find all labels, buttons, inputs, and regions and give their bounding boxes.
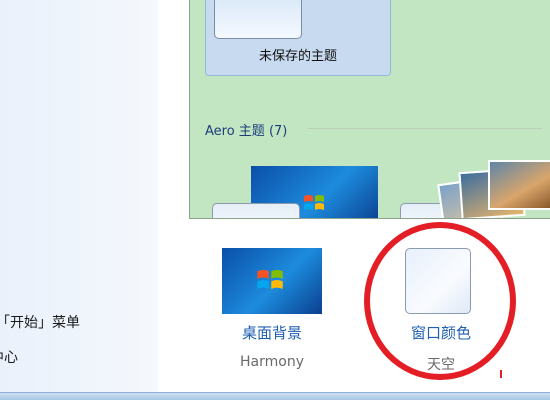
start-menu-link[interactable]: 「开始」菜单	[0, 312, 80, 332]
windows-logo-icon	[257, 269, 283, 289]
window-bottom-border	[0, 392, 550, 400]
section-divider	[308, 128, 542, 129]
desktop-background-value: Harmony	[240, 354, 304, 370]
photo-thumbnail	[488, 160, 550, 210]
unsaved-theme-tile[interactable]: 未保存的主题	[205, 0, 391, 76]
theme-gallery: 未保存的主题 Aero 主题 (7)	[189, 0, 550, 219]
theme-window-preview	[212, 203, 300, 218]
red-annotation-mark	[500, 370, 502, 378]
photo-stack-theme-thumbnail[interactable]	[430, 160, 550, 218]
center-link[interactable]: 中心	[0, 347, 18, 367]
left-navigation-pane: 「开始」菜单 中心	[0, 0, 158, 392]
unsaved-theme-label: 未保存的主题	[258, 49, 337, 64]
windows-logo-icon	[304, 195, 324, 210]
desktop-background-thumbnail[interactable]	[222, 248, 322, 314]
desktop-background-link[interactable]: 桌面背景	[202, 322, 342, 343]
unsaved-theme-thumbnail	[214, 0, 302, 39]
red-highlight-circle	[364, 222, 516, 380]
aero-themes-header: Aero 主题 (7)	[205, 124, 288, 139]
